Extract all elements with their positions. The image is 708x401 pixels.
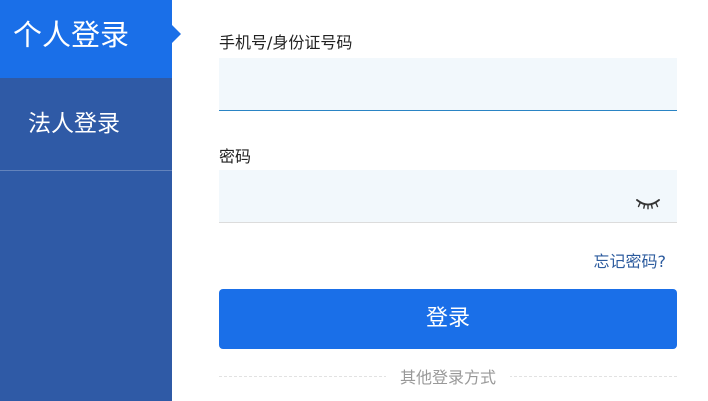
eye-closed-icon[interactable] (635, 196, 661, 210)
tab-legal-login-label: 法人登录 (28, 111, 120, 137)
password-field-label: 密码 (219, 147, 252, 166)
forgot-password-link[interactable]: 忘记密码? (594, 248, 667, 272)
id-field-label: 手机号/身份证号码 (219, 33, 353, 52)
login-type-sidebar: 个人登录 法人登录 (0, 0, 181, 401)
tab-personal-login-label: 个人登录 (13, 18, 130, 52)
tab-legal-login[interactable]: 法人登录 (0, 78, 172, 171)
login-button[interactable]: 登录 (219, 289, 677, 349)
id-number-input[interactable] (219, 58, 677, 111)
password-input[interactable] (219, 170, 677, 223)
other-login-methods-link[interactable]: 其他登录方式 (386, 364, 510, 388)
tab-personal-login[interactable]: 个人登录 (0, 0, 181, 78)
active-tab-arrow-icon (172, 25, 181, 43)
